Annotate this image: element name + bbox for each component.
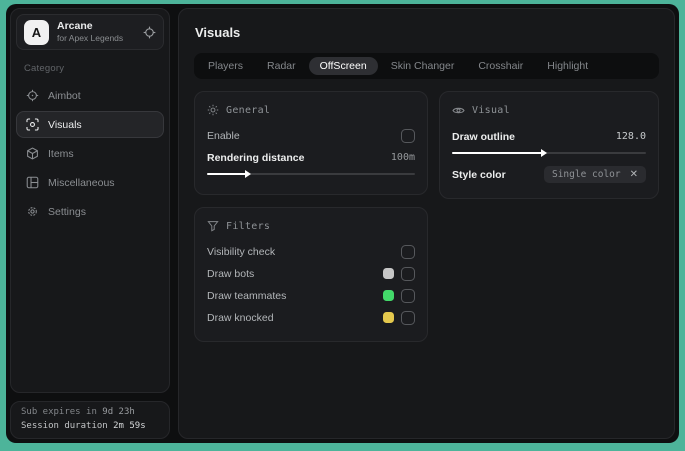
sidebar-item-label: Aimbot: [48, 89, 81, 102]
draw-outline-row: Draw outline 128.0: [452, 126, 646, 147]
slider-fill: [207, 170, 251, 178]
general-card-header: General: [207, 104, 415, 116]
eye-icon: [452, 104, 465, 117]
session-info-card: Sub expires in 9d 23h Session duration 2…: [10, 401, 170, 439]
draw-outline-slider[interactable]: [452, 148, 646, 158]
tab-crosshair[interactable]: Crosshair: [467, 57, 534, 75]
draw-bots-row: Draw bots: [207, 263, 415, 284]
tab-bar: Players Radar OffScreen Skin Changer Cro…: [194, 53, 659, 79]
tab-skin-changer[interactable]: Skin Changer: [380, 57, 466, 75]
visibility-check-row: Visibility check: [207, 241, 415, 262]
sidebar-item-label: Miscellaneous: [48, 176, 115, 189]
enable-row: Enable: [207, 125, 415, 146]
app-window: A Arcane for Apex Legends Category Aimbo…: [6, 4, 679, 443]
eye-scan-icon: [26, 118, 39, 131]
stream-settings-button[interactable]: [143, 26, 156, 39]
draw-outline-label: Draw outline: [452, 130, 516, 143]
layout-grid-icon: [26, 176, 39, 189]
rendering-distance-slider[interactable]: [207, 169, 415, 179]
page-title: Visuals: [195, 25, 241, 40]
content-right-column: Visual Draw outline 128.0 Style color Si…: [439, 91, 659, 199]
sidebar-panel: A Arcane for Apex Legends Category Aimbo…: [10, 8, 170, 393]
tab-offscreen[interactable]: OffScreen: [308, 57, 378, 75]
draw-teammates-label: Draw teammates: [207, 289, 287, 302]
style-color-label: Style color: [452, 168, 506, 181]
sidebar-item-miscellaneous[interactable]: Miscellaneous: [16, 169, 164, 196]
visibility-check-checkbox[interactable]: [401, 244, 415, 259]
sun-icon: [207, 104, 219, 116]
draw-bots-label: Draw bots: [207, 267, 255, 280]
filters-card-title: Filters: [226, 220, 271, 232]
sidebar-item-label: Visuals: [48, 118, 82, 131]
slider-thumb[interactable]: [244, 170, 251, 178]
app-logo: A: [24, 19, 49, 45]
rendering-distance-value: 100m: [390, 152, 415, 163]
general-card-title: General: [226, 104, 271, 116]
enable-checkbox[interactable]: [401, 128, 415, 143]
general-card: General Enable Rendering distance 100m: [194, 91, 428, 195]
tab-highlight[interactable]: Highlight: [536, 57, 599, 75]
draw-bots-color-swatch[interactable]: [383, 268, 394, 279]
app-subtitle: for Apex Legends: [57, 33, 124, 44]
crosshair-target-icon: [143, 26, 156, 39]
tab-players[interactable]: Players: [197, 57, 254, 75]
category-label: Category: [24, 63, 65, 74]
draw-bots-checkbox[interactable]: [401, 266, 415, 281]
sub-expires-line: Sub expires in 9d 23h: [21, 407, 135, 418]
brand-card: A Arcane for Apex Legends: [16, 14, 164, 50]
rendering-distance-label: Rendering distance: [207, 151, 305, 164]
filters-card: Filters Visibility check Draw bots Draw …: [194, 207, 428, 342]
sidebar-item-aimbot[interactable]: Aimbot: [16, 82, 164, 109]
draw-teammates-checkbox[interactable]: [401, 288, 415, 303]
sidebar-item-items[interactable]: Items: [16, 140, 164, 167]
draw-outline-value: 128.0: [615, 131, 646, 142]
session-duration-value: 2m 59s: [113, 421, 146, 431]
draw-teammates-color-swatch[interactable]: [383, 290, 394, 301]
tab-radar[interactable]: Radar: [256, 57, 307, 75]
sidebar-item-settings[interactable]: Settings: [16, 198, 164, 225]
content-area: General Enable Rendering distance 100m F…: [194, 91, 659, 342]
sub-expires-value: 9d 23h: [102, 407, 135, 418]
draw-knocked-color-swatch[interactable]: [383, 312, 394, 323]
draw-knocked-checkbox[interactable]: [401, 310, 415, 325]
crosshair-icon: [26, 89, 39, 102]
visual-card-title: Visual: [472, 105, 510, 116]
draw-knocked-row: Draw knocked: [207, 307, 415, 328]
brand-text: Arcane for Apex Legends: [57, 20, 123, 44]
draw-teammates-row: Draw teammates: [207, 285, 415, 306]
session-duration-line: Session duration 2m 59s: [21, 421, 146, 431]
rendering-distance-row: Rendering distance 100m: [207, 147, 415, 168]
style-color-value: Single color: [551, 169, 621, 180]
remove-style-color-icon[interactable]: ✕: [630, 169, 638, 180]
slider-fill: [452, 149, 548, 157]
app-name: Arcane: [57, 20, 93, 33]
visual-card-header: Visual: [452, 104, 646, 117]
filters-card-header: Filters: [207, 220, 415, 232]
sidebar-item-visuals[interactable]: Visuals: [16, 111, 164, 138]
gear-icon: [26, 205, 39, 218]
visual-card: Visual Draw outline 128.0 Style color Si…: [439, 91, 659, 199]
box-icon: [26, 147, 39, 160]
main-panel: Visuals Players Radar OffScreen Skin Cha…: [178, 8, 675, 439]
slider-thumb[interactable]: [541, 149, 548, 157]
visibility-check-label: Visibility check: [207, 245, 276, 258]
draw-knocked-label: Draw knocked: [207, 311, 274, 324]
enable-label: Enable: [207, 129, 240, 142]
sidebar: A Arcane for Apex Legends Category Aimbo…: [10, 8, 170, 439]
content-left-column: General Enable Rendering distance 100m F…: [194, 91, 428, 342]
style-color-row: Style color Single color ✕: [452, 164, 646, 185]
sidebar-item-label: Items: [48, 147, 74, 160]
sidebar-item-label: Settings: [48, 205, 86, 218]
style-color-select[interactable]: Single color ✕: [543, 166, 646, 183]
funnel-icon: [207, 220, 219, 232]
